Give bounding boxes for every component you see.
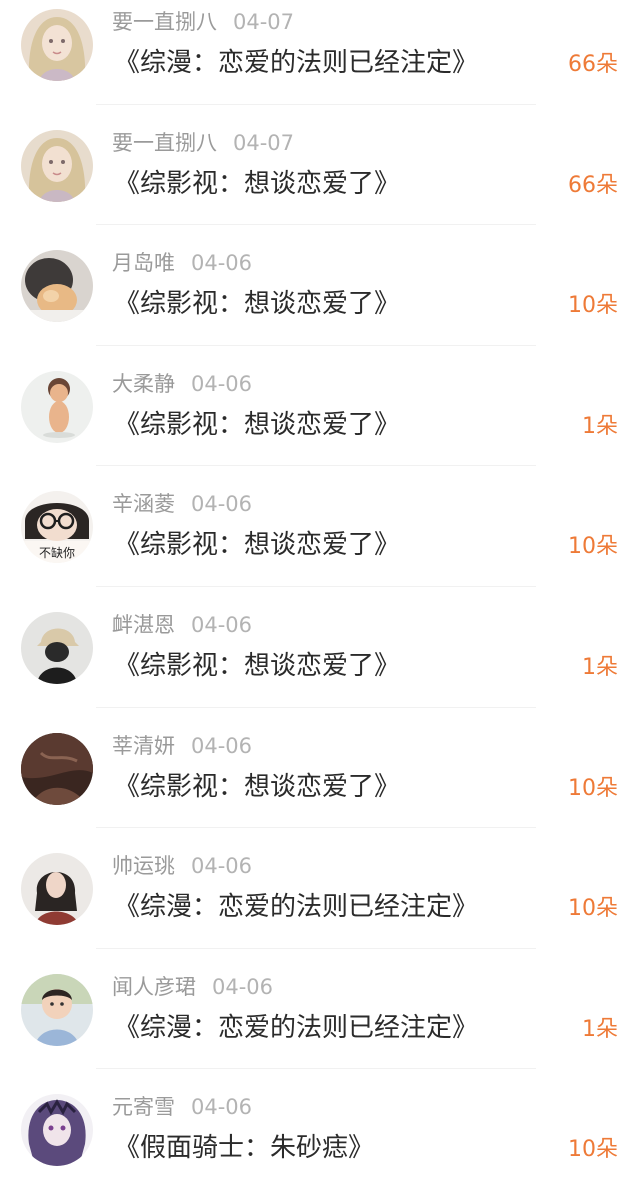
record-meta: 帅运珧 04-06	[112, 852, 252, 880]
avatar[interactable]	[21, 370, 93, 443]
avatar[interactable]	[21, 611, 93, 684]
avatar[interactable]	[21, 973, 93, 1046]
record-meta: 莘清妍 04-06	[112, 732, 252, 760]
flower-count: 10朵	[568, 534, 618, 560]
avatar[interactable]	[21, 9, 93, 81]
list-item[interactable]: 帅运珧 04-06 《综漫：恋爱的法则已经注定》 10朵	[0, 828, 640, 949]
record-date: 04-06	[191, 733, 253, 758]
flower-count: 1朵	[582, 1016, 618, 1042]
avatar-caption: 不缺你	[39, 545, 75, 560]
record-meta: 元寄雪 04-06	[112, 1093, 252, 1121]
username[interactable]: 莘清妍	[112, 734, 175, 758]
avatar[interactable]	[21, 129, 93, 202]
work-title[interactable]: 《综影视：想谈恋爱了》	[114, 408, 400, 442]
avatar[interactable]	[21, 853, 93, 926]
record-date: 04-06	[191, 854, 253, 879]
list-item[interactable]: 大柔静 04-06 《综影视：想谈恋爱了》 1朵	[0, 346, 640, 467]
username[interactable]: 要一直捌八	[112, 131, 217, 155]
username[interactable]: 元寄雪	[112, 1095, 175, 1119]
record-date: 04-06	[191, 612, 253, 637]
flower-count: 1朵	[582, 413, 618, 439]
username[interactable]: 辛涵菱	[112, 492, 175, 516]
avatar[interactable]	[21, 732, 93, 805]
username[interactable]: 闻人彦珺	[112, 975, 196, 999]
flower-count: 10朵	[568, 775, 618, 801]
work-title[interactable]: 《综影视：想谈恋爱了》	[114, 770, 400, 804]
work-title[interactable]: 《综影视：想谈恋爱了》	[114, 649, 400, 683]
record-meta: 衅湛恩 04-06	[112, 611, 252, 639]
username[interactable]: 月岛唯	[112, 251, 175, 275]
username[interactable]: 衅湛恩	[112, 613, 175, 637]
flower-count: 1朵	[582, 654, 618, 680]
flower-count: 10朵	[568, 293, 618, 319]
username[interactable]: 要一直捌八	[112, 10, 217, 34]
username[interactable]: 大柔静	[112, 372, 175, 396]
avatar[interactable]	[21, 250, 93, 323]
flower-count: 10朵	[568, 1137, 618, 1163]
work-title[interactable]: 《假面骑士：朱砂痣》	[114, 1131, 374, 1165]
list-item[interactable]: 莘清妍 04-06 《综影视：想谈恋爱了》 10朵	[0, 708, 640, 829]
avatar[interactable]: 不缺你	[21, 491, 93, 564]
work-title[interactable]: 《综漫：恋爱的法则已经注定》	[114, 890, 478, 924]
record-meta: 闻人彦珺 04-06	[112, 973, 273, 1001]
list-item[interactable]: 要一直捌八 04-07 《综影视：想谈恋爱了》 66朵	[0, 105, 640, 226]
record-meta: 要一直捌八 04-07	[112, 129, 294, 157]
list-item[interactable]: 月岛唯 04-06 《综影视：想谈恋爱了》 10朵	[0, 225, 640, 346]
record-date: 04-06	[191, 251, 253, 276]
flower-count: 66朵	[568, 172, 618, 198]
work-title[interactable]: 《综漫：恋爱的法则已经注定》	[114, 1011, 478, 1045]
record-meta: 要一直捌八 04-07	[112, 8, 294, 36]
list-item[interactable]: 衅湛恩 04-06 《综影视：想谈恋爱了》 1朵	[0, 587, 640, 708]
avatar[interactable]	[21, 1094, 93, 1167]
list-item[interactable]: 要一直捌八 04-07 《综漫：恋爱的法则已经注定》 66朵	[0, 0, 640, 105]
username[interactable]: 帅运珧	[112, 854, 175, 878]
list-item[interactable]: 元寄雪 04-06 《假面骑士：朱砂痣》 10朵	[0, 1069, 640, 1190]
flower-count: 66朵	[568, 52, 618, 77]
work-title[interactable]: 《综影视：想谈恋爱了》	[114, 167, 400, 201]
list-item[interactable]: 不缺你 辛涵菱 04-06 《综影视：想谈恋爱了》 10朵	[0, 466, 640, 587]
record-date: 04-06	[191, 492, 253, 517]
work-title[interactable]: 《综影视：想谈恋爱了》	[114, 528, 400, 562]
record-meta: 辛涵菱 04-06	[112, 490, 252, 518]
record-meta: 月岛唯 04-06	[112, 249, 252, 277]
record-date: 04-06	[191, 371, 253, 396]
record-date: 04-06	[191, 1095, 253, 1120]
record-date: 04-07	[233, 10, 295, 34]
work-title[interactable]: 《综漫：恋爱的法则已经注定》	[114, 46, 478, 80]
gift-record-list: 要一直捌八 04-07 《综漫：恋爱的法则已经注定》 66朵 要一直捌八 04-07…	[0, 0, 640, 1190]
record-date: 04-07	[233, 130, 295, 155]
record-meta: 大柔静 04-06	[112, 370, 252, 398]
record-date: 04-06	[212, 974, 274, 999]
flower-count: 10朵	[568, 896, 618, 922]
work-title[interactable]: 《综影视：想谈恋爱了》	[114, 287, 400, 321]
list-item[interactable]: 闻人彦珺 04-06 《综漫：恋爱的法则已经注定》 1朵	[0, 949, 640, 1070]
